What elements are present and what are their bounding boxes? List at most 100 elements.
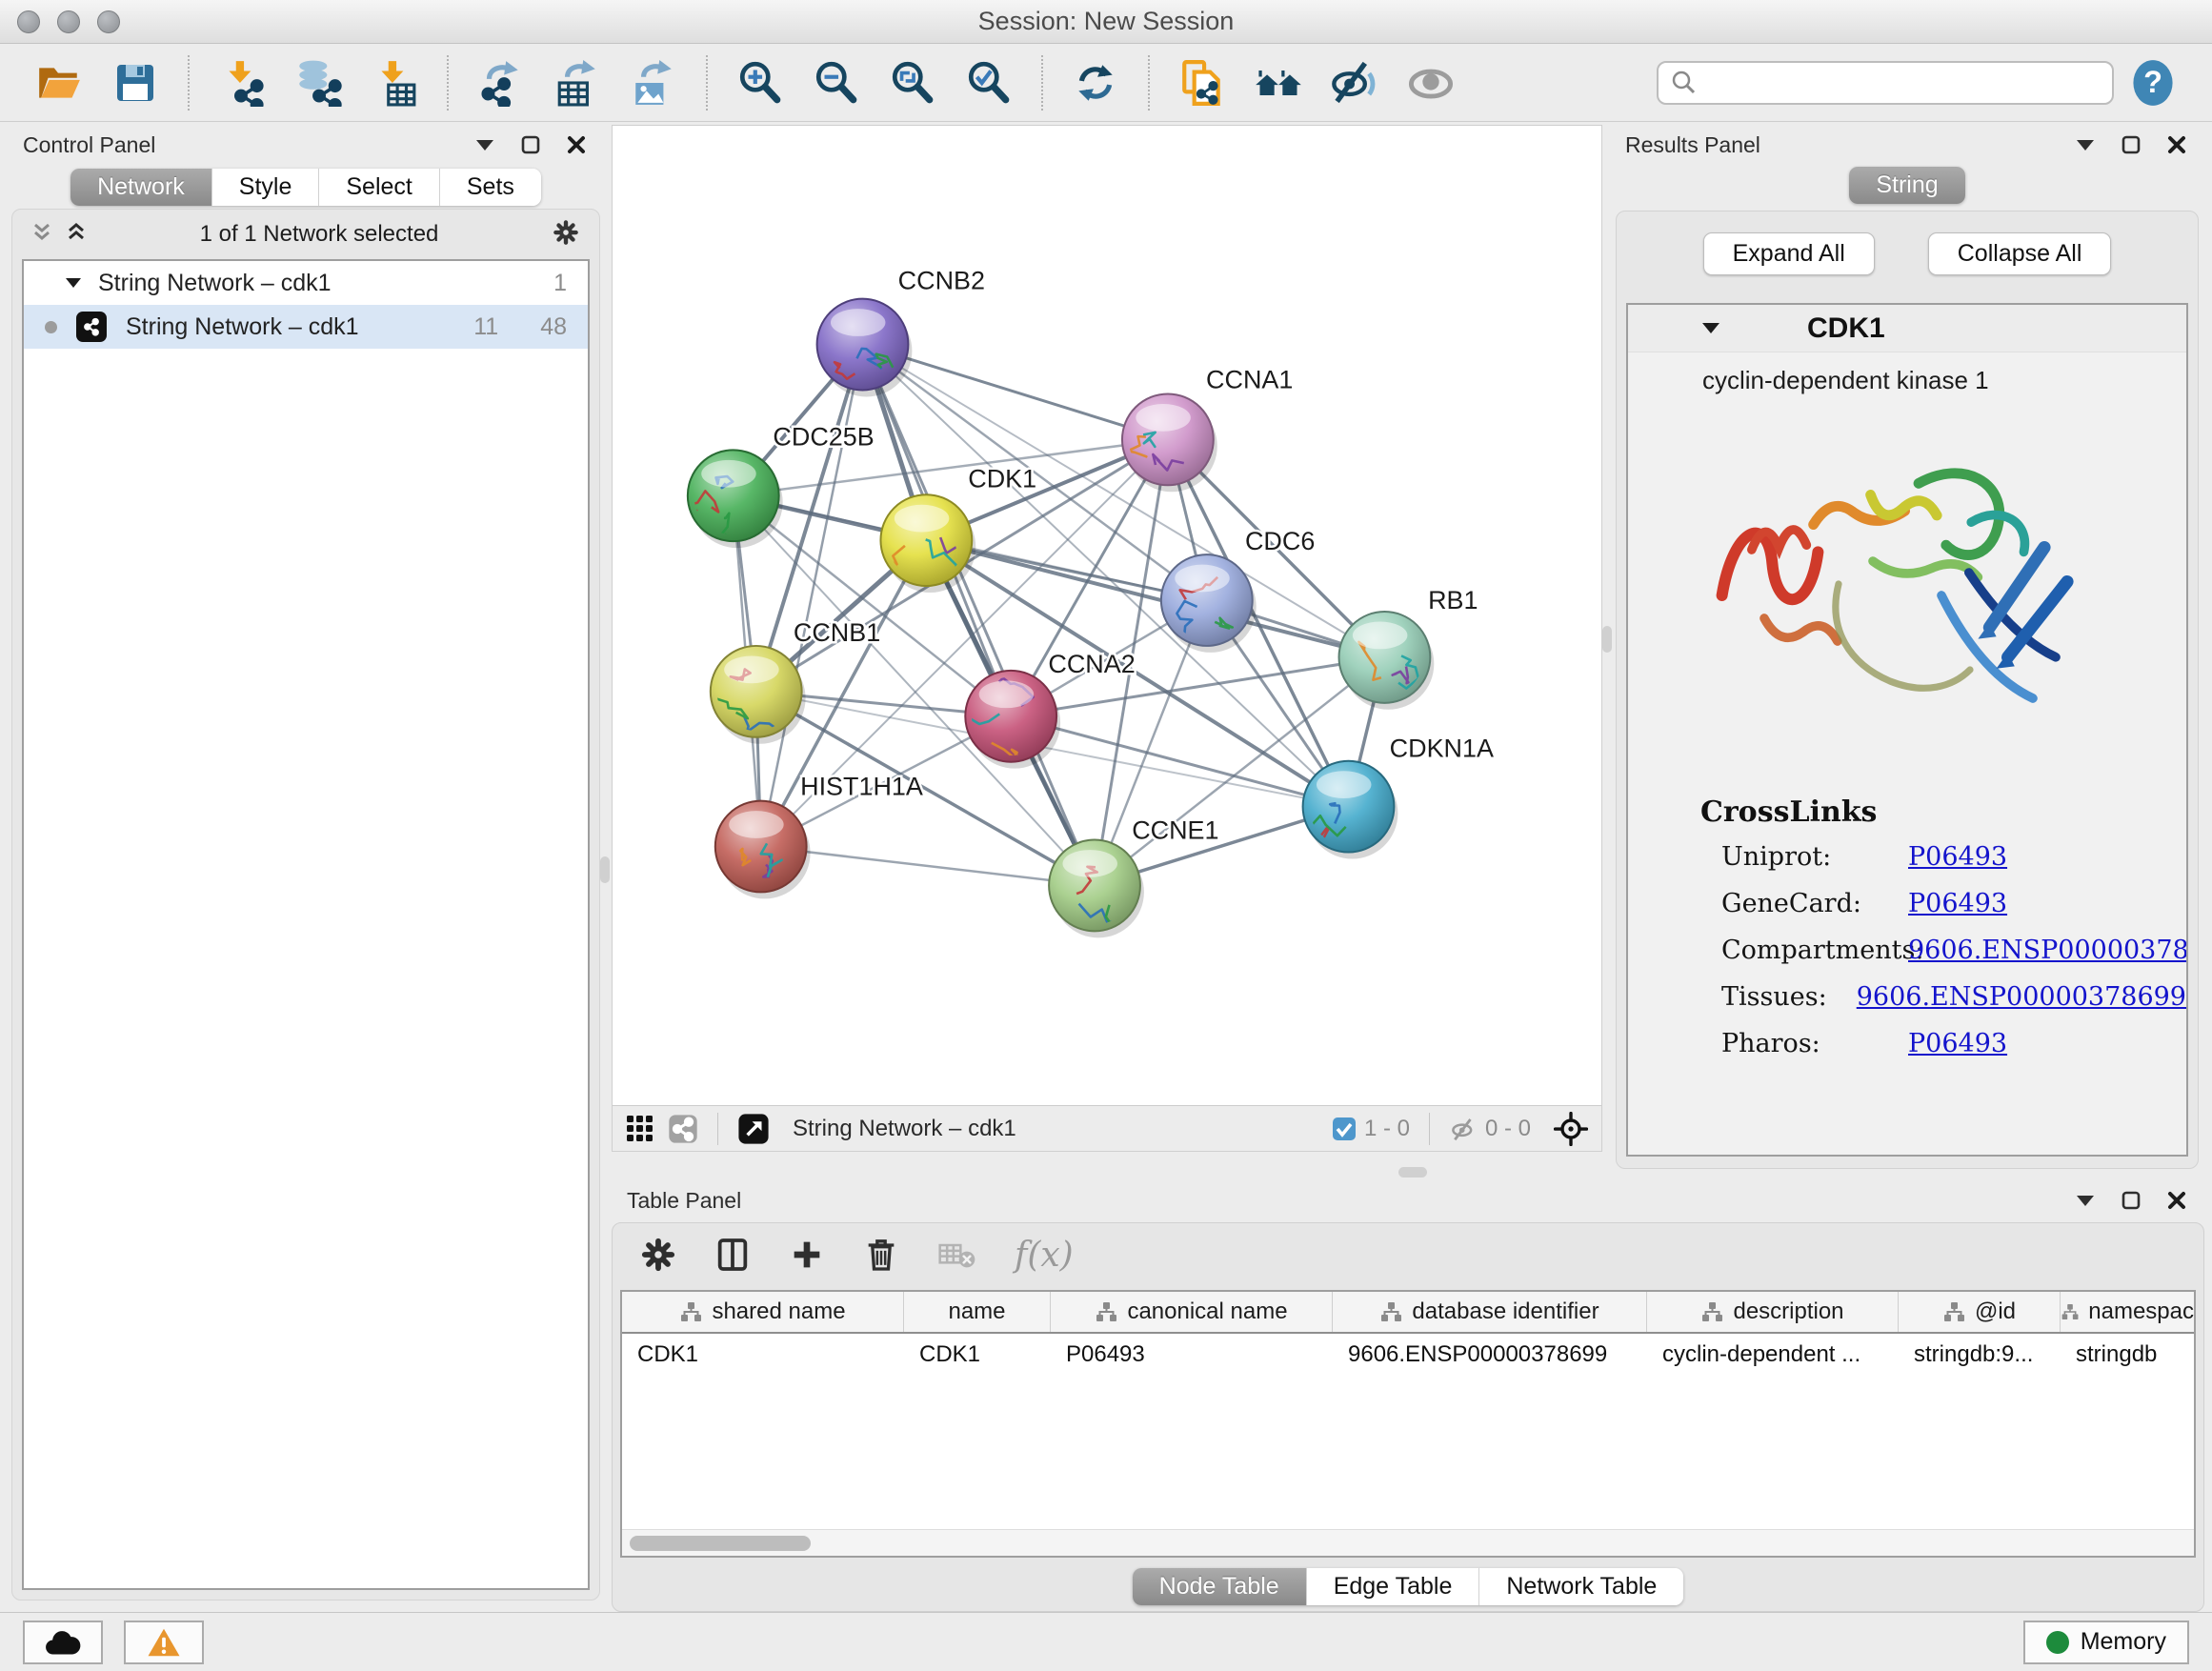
bottom-splitter-handle[interactable]	[1398, 1167, 1427, 1178]
import-table-button[interactable]	[369, 57, 420, 109]
network-canvas[interactable]: CCNB2CCNA1CDC25BCDK1CDC6RB1CCNB1CCNA2CDK…	[613, 126, 1601, 1105]
tab-network-table[interactable]: Network Table	[1478, 1568, 1683, 1605]
tissues-link[interactable]: 9606.ENSP00000378699	[1857, 982, 2186, 1012]
export-image-button[interactable]	[628, 57, 679, 109]
column-header-name[interactable]: name	[904, 1292, 1051, 1332]
network-node[interactable]	[1049, 840, 1144, 939]
zoom-in-button[interactable]	[734, 57, 786, 109]
import-network-from-database-button[interactable]	[292, 57, 344, 109]
genecard-link[interactable]: P06493	[1908, 889, 2007, 918]
network-edge[interactable]	[862, 345, 1095, 886]
panel-menu-icon[interactable]	[2073, 1188, 2098, 1213]
tab-edge-table[interactable]: Edge Table	[1306, 1568, 1479, 1605]
cell-description[interactable]: cyclin-dependent ...	[1647, 1341, 1899, 1368]
float-panel-icon[interactable]	[2119, 1188, 2143, 1213]
network-node[interactable]	[1161, 554, 1257, 653]
tab-node-table[interactable]: Node Table	[1133, 1568, 1306, 1605]
scrollbar-thumb[interactable]	[630, 1536, 811, 1551]
zoom-selected-button[interactable]	[963, 57, 1015, 109]
column-header-description[interactable]: description	[1647, 1292, 1899, 1332]
network-node[interactable]	[688, 450, 783, 548]
cell-namespace[interactable]: stringdb	[2061, 1341, 2194, 1368]
network-edge[interactable]	[926, 540, 1384, 657]
maximize-window-button[interactable]	[97, 10, 120, 33]
show-columns-icon[interactable]	[714, 1236, 752, 1274]
network-edge[interactable]	[761, 847, 1095, 886]
close-window-button[interactable]	[17, 10, 40, 33]
close-panel-icon[interactable]	[564, 132, 589, 157]
close-panel-icon[interactable]	[2164, 132, 2189, 157]
fit-content-button[interactable]	[887, 57, 938, 109]
pharos-link[interactable]: P06493	[1908, 1029, 2007, 1058]
crosshair-icon[interactable]	[1554, 1112, 1588, 1146]
help-button[interactable]: ?	[2127, 57, 2179, 109]
column-header-namespace[interactable]: namespac	[2061, 1292, 2194, 1332]
tab-network[interactable]: Network	[70, 169, 211, 206]
open-session-button[interactable]	[33, 57, 85, 109]
panel-menu-icon[interactable]	[473, 132, 497, 157]
network-node[interactable]	[715, 801, 811, 899]
cell-name[interactable]: CDK1	[904, 1341, 1051, 1368]
network-graph[interactable]: CCNB2CCNA1CDC25BCDK1CDC6RB1CCNB1CCNA2CDK…	[613, 126, 1601, 1105]
network-node[interactable]	[1339, 612, 1435, 710]
compartments-link[interactable]: 9606.ENSP00000378699	[1908, 936, 2188, 965]
network-node[interactable]	[955, 671, 1061, 769]
column-header-canonical-name[interactable]: canonical name	[1051, 1292, 1333, 1332]
show-all-button[interactable]	[1405, 57, 1457, 109]
expand-all-networks-icon[interactable]	[66, 222, 87, 248]
section-collapse-caret-icon[interactable]	[1702, 323, 1719, 333]
network-options-gear-icon[interactable]	[552, 218, 580, 252]
tab-style[interactable]: Style	[211, 169, 319, 206]
first-neighbors-button[interactable]	[1253, 57, 1304, 109]
collection-expand-caret-icon[interactable]	[66, 278, 81, 288]
cell-canonical-name[interactable]: P06493	[1051, 1341, 1333, 1368]
tab-sets[interactable]: Sets	[439, 169, 541, 206]
collapse-all-networks-icon[interactable]	[31, 222, 52, 248]
network-collection-row[interactable]: String Network – cdk1 1	[24, 261, 588, 305]
new-network-from-selection-button[interactable]	[1176, 57, 1228, 109]
network-node[interactable]	[1289, 761, 1398, 859]
minimize-window-button[interactable]	[57, 10, 80, 33]
grid-view-icon[interactable]	[626, 1115, 654, 1143]
uniprot-link[interactable]: P06493	[1908, 842, 2007, 872]
float-panel-icon[interactable]	[2119, 132, 2143, 157]
table-row[interactable]: CDK1 CDK1 P06493 9606.ENSP00000378699 cy…	[622, 1334, 2194, 1376]
export-network-button[interactable]	[475, 57, 527, 109]
search-input[interactable]	[1697, 69, 2101, 97]
apply-layout-button[interactable]	[1070, 57, 1121, 109]
tab-select[interactable]: Select	[318, 169, 438, 206]
network-row-selected[interactable]: String Network – cdk1 11 48	[24, 305, 588, 349]
delete-column-trash-icon[interactable]	[862, 1236, 900, 1274]
protein-section-header[interactable]: CDK1	[1628, 305, 2186, 352]
expand-all-button[interactable]: Expand All	[1703, 232, 1875, 275]
left-splitter-handle[interactable]	[600, 856, 610, 883]
cell-database-identifier[interactable]: 9606.ENSP00000378699	[1333, 1341, 1647, 1368]
birdseye-toggle-icon[interactable]	[737, 1113, 770, 1145]
hide-selected-button[interactable]	[1329, 57, 1380, 109]
export-table-button[interactable]	[552, 57, 603, 109]
column-header-database-identifier[interactable]: database identifier	[1333, 1292, 1647, 1332]
table-options-gear-icon[interactable]	[639, 1236, 677, 1274]
import-network-from-file-button[interactable]	[216, 57, 268, 109]
save-session-button[interactable]	[110, 57, 161, 109]
network-edge[interactable]	[761, 345, 863, 847]
tab-string[interactable]: String	[1849, 167, 1964, 204]
memory-status-button[interactable]: Memory	[2023, 1621, 2189, 1664]
collapse-all-button[interactable]: Collapse All	[1928, 232, 2112, 275]
create-column-plus-icon[interactable]	[788, 1236, 826, 1274]
warnings-button[interactable]	[124, 1621, 204, 1664]
share-view-icon[interactable]	[668, 1114, 698, 1144]
close-panel-icon[interactable]	[2164, 1188, 2189, 1213]
cell-id[interactable]: stringdb:9...	[1899, 1341, 2061, 1368]
cloud-services-button[interactable]	[23, 1621, 103, 1664]
zoom-out-button[interactable]	[811, 57, 862, 109]
panel-menu-icon[interactable]	[2073, 132, 2098, 157]
column-header-id[interactable]: @id	[1899, 1292, 2061, 1332]
network-node[interactable]	[880, 494, 975, 593]
cell-shared-name[interactable]: CDK1	[622, 1341, 904, 1368]
selected-checkbox-icon[interactable]	[1332, 1117, 1357, 1141]
network-edge[interactable]	[1011, 716, 1348, 807]
column-header-shared-name[interactable]: shared name	[622, 1292, 904, 1332]
network-node[interactable]	[1122, 393, 1217, 492]
table-horizontal-scrollbar[interactable]	[622, 1529, 2194, 1556]
